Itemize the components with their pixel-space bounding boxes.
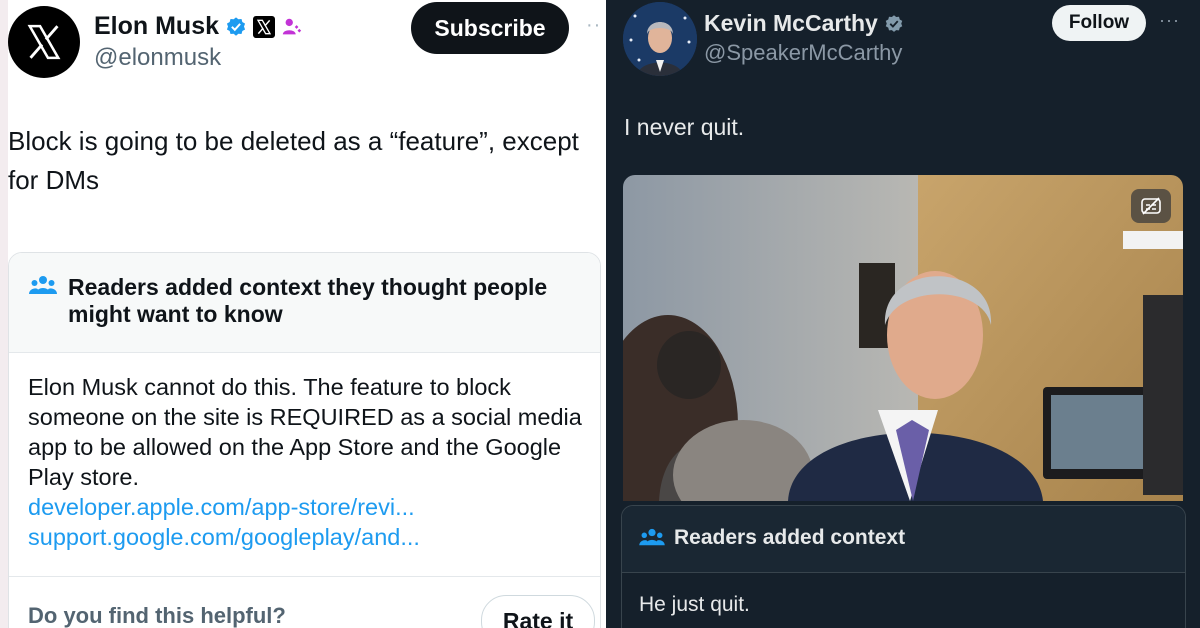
captions-icon[interactable] bbox=[1131, 189, 1171, 223]
community-note-body: Elon Musk cannot do this. The feature to… bbox=[28, 372, 593, 552]
author-name[interactable]: Elon Musk bbox=[94, 12, 219, 41]
post-text: Block is going to be deleted as a “featu… bbox=[8, 126, 579, 195]
rate-it-button[interactable]: Rate it bbox=[481, 595, 595, 628]
verified-badge-icon bbox=[225, 16, 247, 38]
video-player[interactable] bbox=[623, 175, 1183, 501]
community-note-title: Readers added context bbox=[674, 526, 906, 549]
community-note-footer: Do you find this helpful? Rate it bbox=[9, 576, 600, 628]
follow-button[interactable]: Follow bbox=[1052, 5, 1146, 41]
readers-group-icon bbox=[639, 528, 665, 553]
post-text: I never quit. bbox=[624, 114, 745, 140]
verified-badge-gray-icon bbox=[884, 14, 904, 34]
subscribe-button[interactable]: Subscribe bbox=[411, 2, 569, 54]
author-handle[interactable]: @SpeakerMcCarthy bbox=[704, 40, 902, 66]
image-edge bbox=[0, 0, 8, 628]
x-affiliate-icon bbox=[253, 15, 276, 38]
more-options-icon[interactable]: ··· bbox=[1159, 10, 1180, 31]
author-name[interactable]: Kevin McCarthy bbox=[704, 10, 878, 37]
author-row: Kevin McCarthy bbox=[704, 10, 904, 37]
community-note-title: Readers added context they thought peopl… bbox=[68, 274, 548, 327]
community-note-header: Readers added context they thought peopl… bbox=[9, 253, 600, 353]
elon-post-panel: Elon Musk @elonmusk Subscribe ·· Block i… bbox=[0, 0, 606, 628]
avatar[interactable] bbox=[8, 6, 80, 78]
helpful-prompt: Do you find this helpful? bbox=[28, 603, 286, 628]
avatar[interactable] bbox=[623, 2, 697, 76]
author-handle[interactable]: @elonmusk bbox=[94, 44, 221, 72]
x-logo-icon bbox=[27, 24, 61, 60]
community-note-header: Readers added context bbox=[622, 506, 1185, 573]
community-note-text: Elon Musk cannot do this. The feature to… bbox=[28, 374, 582, 490]
person-badge-icon bbox=[281, 16, 303, 38]
readers-group-icon bbox=[29, 275, 57, 302]
community-note-card: Readers added context He just quit. bbox=[621, 505, 1186, 628]
more-options-icon[interactable]: ·· bbox=[586, 14, 601, 37]
source-link-google[interactable]: support.google.com/googleplay/and... bbox=[28, 522, 593, 552]
mccarthy-post-panel: Kevin McCarthy @SpeakerMcCarthy Follow ·… bbox=[606, 0, 1200, 628]
author-row: Elon Musk bbox=[94, 12, 303, 41]
community-note-body: He just quit. bbox=[639, 593, 750, 616]
source-link-apple[interactable]: developer.apple.com/app-store/revi... bbox=[28, 492, 593, 522]
community-note-card: Readers added context they thought peopl… bbox=[8, 252, 601, 628]
